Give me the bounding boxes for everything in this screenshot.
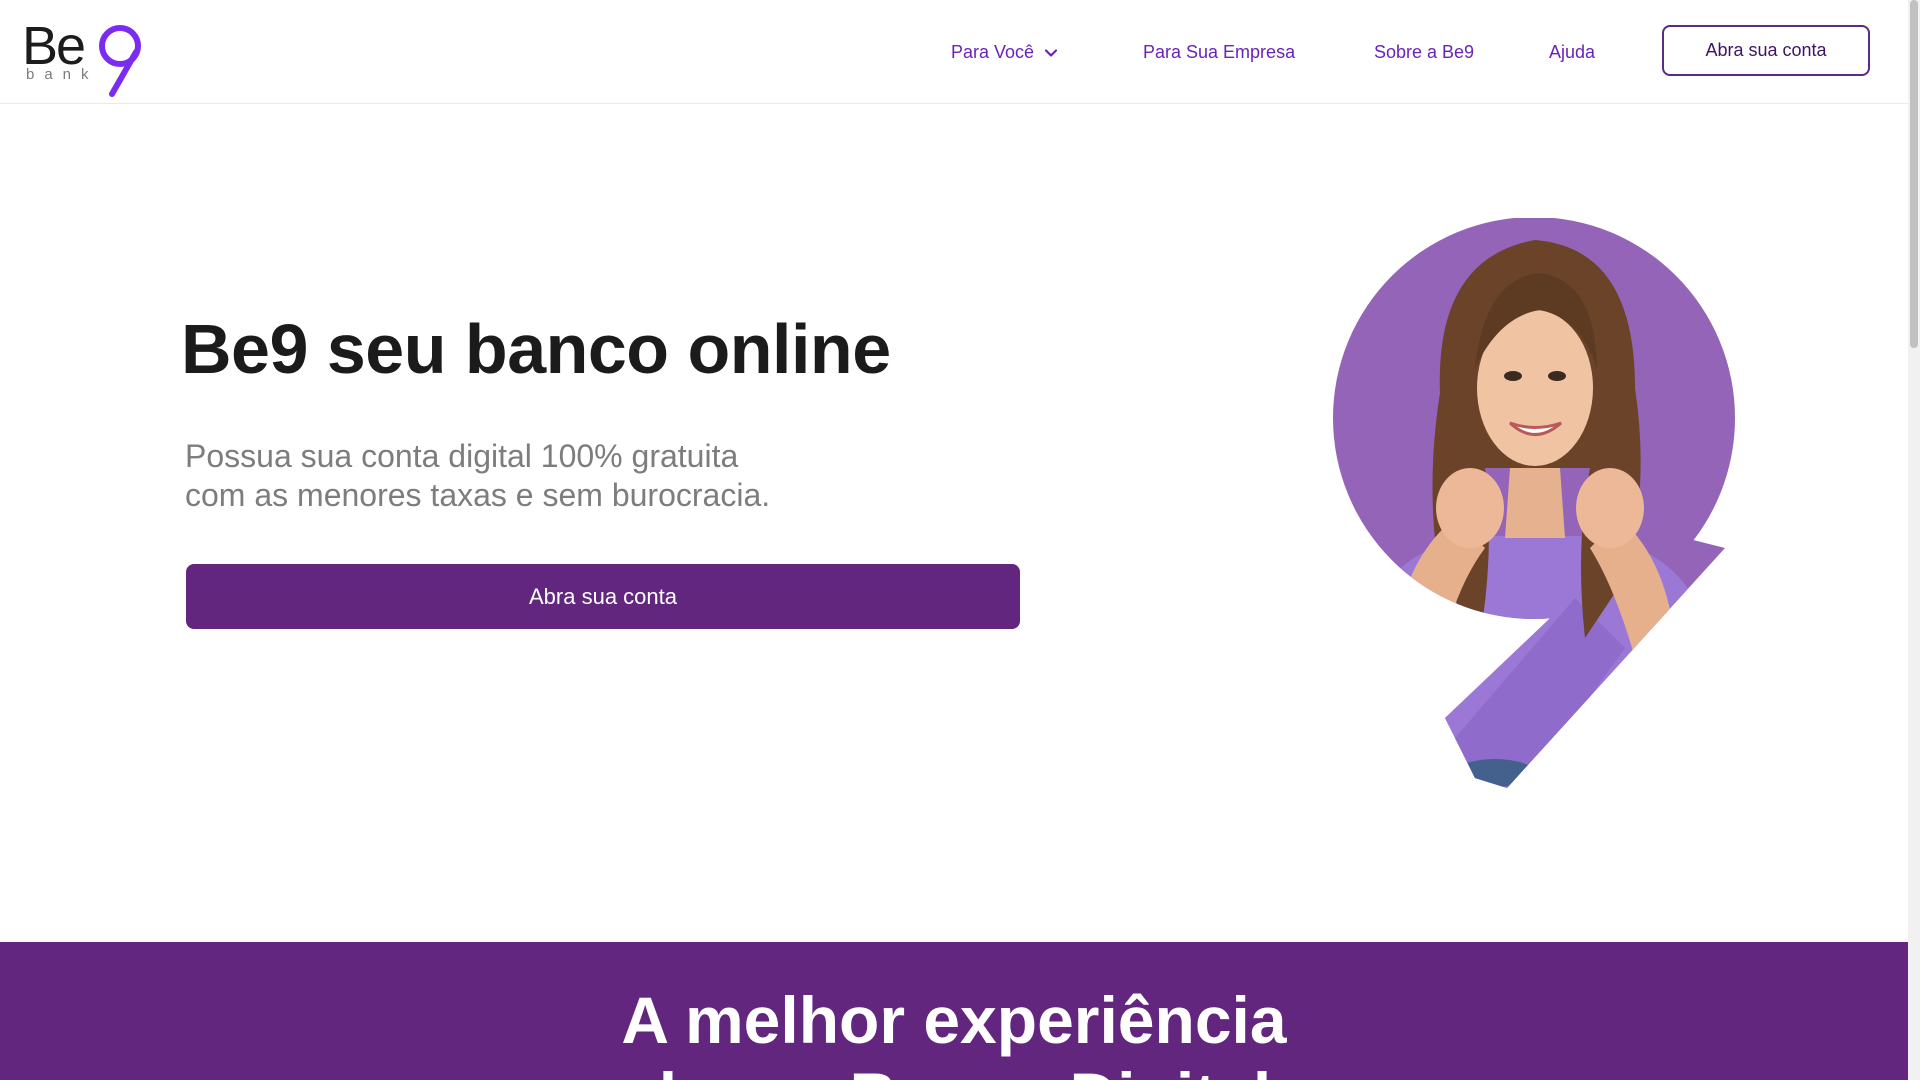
scrollbar-thumb[interactable] (1910, 0, 1918, 348)
band-title: A melhor experiência de um Banco Digital (0, 982, 1908, 1080)
hero-subtitle-line-2: com as menores taxas e sem burocracia. (185, 477, 771, 513)
site-header: Be bank Para Você Para Sua Empresa Sobre… (0, 0, 1908, 104)
hero-open-account-button[interactable]: Abra sua conta (186, 564, 1020, 629)
nav-para-sua-empresa[interactable]: Para Sua Empresa (1143, 40, 1295, 64)
header-open-account-button[interactable]: Abra sua conta (1662, 25, 1870, 76)
hero-subtitle: Possua sua conta digital 100% gratuita c… (185, 437, 945, 515)
page-scrollbar[interactable] (1908, 0, 1920, 1080)
nav-sobre-a-be9[interactable]: Sobre a Be9 (1374, 40, 1474, 64)
logo-subtitle: bank (26, 66, 99, 83)
band-title-line-2: de um Banco Digital (0, 1058, 1908, 1080)
features-band: A melhor experiência de um Banco Digital (0, 942, 1908, 1080)
nav-para-voce-label: Para Você (951, 42, 1035, 62)
band-title-line-1: A melhor experiência (621, 983, 1287, 1057)
chevron-down-icon (1044, 49, 1058, 57)
page: Be bank Para Você Para Sua Empresa Sobre… (0, 0, 1920, 1080)
nav-para-voce[interactable]: Para Você (951, 40, 1058, 64)
hero-subtitle-line-1: Possua sua conta digital 100% gratuita (185, 438, 739, 474)
logo-nine-icon (99, 25, 141, 97)
hero-title: Be9 seu banco online (181, 310, 891, 388)
nav-ajuda[interactable]: Ajuda (1549, 40, 1595, 64)
hero-nine-photo (1333, 218, 1735, 788)
be9-bank-logo[interactable]: Be bank (22, 16, 141, 97)
